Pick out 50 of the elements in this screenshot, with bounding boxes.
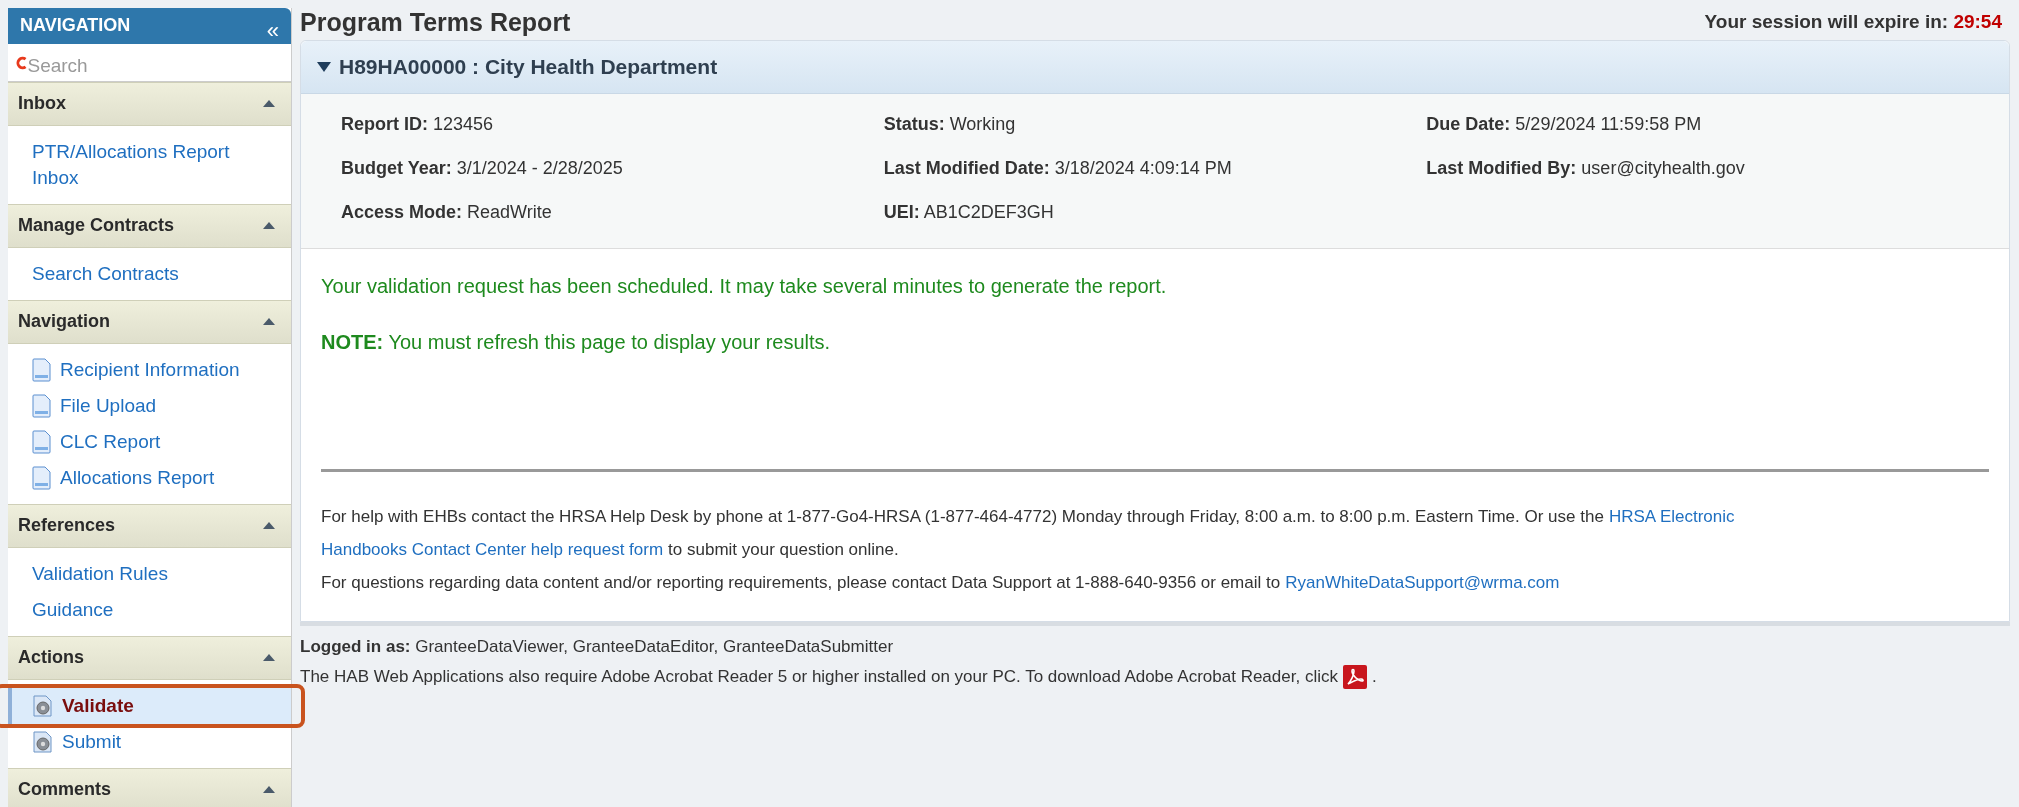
sidebar-link[interactable]: Validate — [8, 687, 291, 724]
panel-header[interactable]: H89HA00000 : City Health Department — [301, 41, 2009, 94]
session-timer: Your session will expire in: 29:54 — [1704, 10, 2002, 34]
help-text: For help with EHBs contact the HRSA Help Desk by phone at 1-877-Go4-HRSA (1-877-464-4772) Monday through Friday, 8:00 a.m. to 8:00 p.m. Eastern Time. Or use the — [321, 506, 1604, 528]
page-icon — [32, 429, 52, 454]
status-message: NOTE: You must refresh this page to display your results. — [321, 330, 832, 355]
help-link[interactable]: Handbooks Contact Center help request form — [321, 533, 664, 566]
sidebar-link[interactable]: File Upload — [8, 387, 291, 424]
collapse-button[interactable]: « — [266, 18, 279, 44]
detail-field: Access Mode: ReadWrite — [341, 198, 884, 226]
detail-field: UEI: AB1C2DEF3GH — [883, 198, 1427, 226]
section-header[interactable]: Navigation — [8, 299, 291, 344]
logged-in-text: Logged in as: GranteeDataViewer, GranteeDataEditor, GranteeDataSubmitter — [300, 636, 895, 658]
help-link[interactable]: HRSA Electronic — [1608, 500, 1735, 533]
section-header[interactable]: Actions — [8, 635, 291, 680]
detail-field: Due Date: 5/29/2024 11:59:58 PM — [1426, 110, 1969, 138]
detail-field: Last Modified By: user@cityhealth.gov — [1426, 154, 1969, 182]
gear-icon — [32, 730, 54, 753]
sidebar-link[interactable]: PTR/Allocations Report Inbox — [8, 133, 291, 196]
help-link[interactable]: RyanWhiteDataSupport@wrma.com — [1285, 566, 1560, 599]
sidebar-title: NAVIGATION — [20, 14, 131, 37]
sidebar-link[interactable]: Guidance — [8, 591, 291, 628]
detail-field: Budget Year: 3/1/2024 - 2/28/2025 — [341, 154, 884, 182]
help-text: For questions regarding data content and/or reporting requirements, please contact Data Support at 1-888-640-9356 or email to — [321, 572, 1281, 594]
caret-down-icon — [317, 62, 331, 72]
detail-field: Report ID: 123456 — [341, 110, 884, 138]
sidebar-link[interactable]: CLC Report — [8, 423, 291, 460]
adobe-text-end: . — [1371, 666, 1377, 688]
page-icon — [32, 465, 52, 490]
sidebar-link[interactable]: Validation Rules — [8, 555, 291, 592]
section-header[interactable]: Comments — [8, 767, 291, 807]
section-header[interactable]: Manage Contracts — [8, 203, 291, 248]
logo-icon — [16, 56, 28, 70]
section-header[interactable]: Inbox — [8, 81, 291, 126]
pdf-icon[interactable] — [1342, 665, 1367, 689]
gear-icon — [32, 694, 54, 717]
help-text: to submit your question online. — [668, 539, 899, 561]
sidebar-link[interactable]: Search Contracts — [8, 255, 291, 292]
adobe-text: The HAB Web Applications also require Adobe Acrobat Reader 5 or higher installed on your PC. To download Adobe Acrobat Reader, click — [300, 666, 1338, 688]
page-title: Program Terms Report — [300, 8, 571, 36]
status-message: Your validation request has been scheduled. It may take several minutes to generate the report. — [321, 274, 1168, 299]
page-icon — [32, 393, 52, 418]
sidebar-link[interactable]: Allocations Report — [8, 459, 291, 496]
search-field[interactable]: Search — [27, 52, 283, 81]
sidebar-link[interactable]: Submit — [8, 723, 291, 760]
detail-field: Status: Working — [883, 110, 1427, 138]
page-icon — [32, 357, 52, 382]
detail-field: Last Modified Date: 3/18/2024 4:09:14 PM — [883, 154, 1427, 182]
sidebar-link[interactable]: Recipient Information — [8, 351, 291, 388]
section-header[interactable]: References — [8, 503, 291, 548]
